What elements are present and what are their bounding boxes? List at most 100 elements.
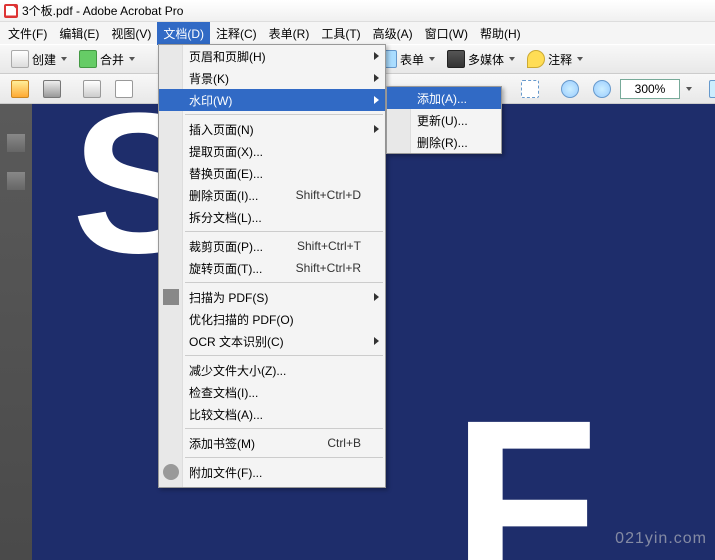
label: OCR 文本识别(C) (189, 333, 284, 350)
submenu-arrow-icon (374, 293, 379, 301)
menu-separator (185, 231, 383, 232)
shortcut: Shift+Ctrl+D (296, 188, 361, 202)
menu-separator (185, 457, 383, 458)
envelope-icon (83, 80, 101, 98)
menu-comment[interactable]: 注释(C) (210, 22, 263, 45)
label: 旋转页面(T)... (189, 260, 262, 277)
label: 优化扫描的 PDF(O) (189, 311, 294, 328)
watermark-text: 021yin.com (615, 530, 707, 548)
menu-bar: 文件(F) 编辑(E) 视图(V) 文档(D) 注释(C) 表单(R) 工具(T… (0, 22, 715, 44)
folder-icon (11, 80, 29, 98)
combine-icon (79, 50, 97, 68)
submenu-update[interactable]: 更新(U)... (387, 109, 501, 131)
menu-replace-pages[interactable]: 替换页面(E)... (159, 162, 385, 184)
menu-crop-pages[interactable]: 裁剪页面(P)...Shift+Ctrl+T (159, 235, 385, 257)
printer-icon (43, 80, 61, 98)
shortcut: Ctrl+B (327, 436, 361, 450)
menu-rotate-pages[interactable]: 旋转页面(T)... Shift+Ctrl+R (159, 257, 385, 279)
menu-separator (185, 282, 383, 283)
page-icon (115, 80, 133, 98)
menu-insert-pages[interactable]: 插入页面(N) (159, 118, 385, 140)
label: 删除页面(I)... (189, 187, 258, 204)
menu-separator (185, 355, 383, 356)
menu-extract-pages[interactable]: 提取页面(X)... (159, 140, 385, 162)
label: 添加书签(M) (189, 435, 255, 452)
label: 拆分文档(L)... (189, 209, 262, 226)
layers-panel-icon[interactable] (7, 172, 25, 190)
create-label: 创建 (32, 51, 56, 68)
comment-button[interactable]: 注释 (522, 47, 588, 71)
menu-split-document[interactable]: 拆分文档(L)... (159, 206, 385, 228)
print-button[interactable] (38, 77, 66, 101)
menu-optimize-scan[interactable]: 优化扫描的 PDF(O) (159, 308, 385, 330)
create-button[interactable]: 创建 (6, 47, 72, 71)
label: 检查文档(I)... (189, 384, 258, 401)
marquee-zoom-button[interactable] (516, 77, 544, 101)
submenu-arrow-icon (374, 96, 379, 104)
label: 提取页面(X)... (189, 143, 263, 160)
paperclip-icon (163, 464, 179, 480)
menu-background[interactable]: 背景(K) (159, 67, 385, 89)
menu-file[interactable]: 文件(F) (2, 22, 53, 45)
pages-panel-icon[interactable] (7, 134, 25, 152)
menu-reduce-size[interactable]: 减少文件大小(Z)... (159, 359, 385, 381)
menu-tools[interactable]: 工具(T) (315, 22, 366, 45)
pdf-icon (4, 4, 18, 18)
fit-icon (709, 80, 715, 98)
multimedia-label: 多媒体 (468, 51, 504, 68)
create-icon (11, 50, 29, 68)
submenu-arrow-icon (374, 74, 379, 82)
menu-delete-pages[interactable]: 删除页面(I)... Shift+Ctrl+D (159, 184, 385, 206)
combine-label: 合并 (100, 51, 124, 68)
menu-document[interactable]: 文档(D) (157, 22, 210, 45)
label: 附加文件(F)... (189, 464, 262, 481)
open-button[interactable] (6, 77, 34, 101)
menu-edit[interactable]: 编辑(E) (53, 22, 105, 45)
menu-form[interactable]: 表单(R) (263, 22, 316, 45)
label: 减少文件大小(Z)... (189, 362, 286, 379)
menu-help[interactable]: 帮助(H) (474, 22, 527, 45)
label: 更新(U)... (417, 112, 468, 129)
doc-content-text: F (452, 384, 589, 560)
shortcut: Shift+Ctrl+R (296, 261, 361, 275)
zoom-input[interactable] (620, 79, 680, 99)
email-button[interactable] (78, 77, 106, 101)
menu-examine-doc[interactable]: 检查文档(I)... (159, 381, 385, 403)
multimedia-button[interactable]: 多媒体 (442, 47, 520, 71)
marquee-icon (521, 80, 539, 98)
menu-ocr[interactable]: OCR 文本识别(C) (159, 330, 385, 352)
submenu-remove[interactable]: 删除(R)... (387, 131, 501, 153)
chevron-down-icon (61, 57, 67, 61)
menu-window[interactable]: 窗口(W) (419, 22, 474, 45)
submenu-arrow-icon (374, 337, 379, 345)
comment-label: 注释 (548, 51, 572, 68)
menu-header-footer[interactable]: 页眉和页脚(H) (159, 45, 385, 67)
label: 比较文档(A)... (189, 406, 263, 423)
zoom-out-button[interactable] (556, 77, 584, 101)
menu-attach-file[interactable]: 附加文件(F)... (159, 461, 385, 483)
submenu-add[interactable]: 添加(A)... (387, 87, 501, 109)
combine-button[interactable]: 合并 (74, 47, 140, 71)
menu-separator (185, 114, 383, 115)
navigation-panel (0, 104, 32, 560)
label: 扫描为 PDF(S) (189, 289, 268, 306)
submenu-arrow-icon (374, 125, 379, 133)
chevron-down-icon (129, 57, 135, 61)
fit-button[interactable] (704, 77, 715, 101)
zoom-in-button[interactable] (588, 77, 616, 101)
comment-icon (527, 50, 545, 68)
window-title: 3个板.pdf - Adobe Acrobat Pro (22, 2, 183, 19)
menu-watermark[interactable]: 水印(W) (159, 89, 385, 111)
page-button[interactable] (110, 77, 138, 101)
menu-add-bookmark[interactable]: 添加书签(M) Ctrl+B (159, 432, 385, 454)
chevron-down-icon (509, 57, 515, 61)
label: 页眉和页脚(H) (189, 48, 266, 65)
menu-view[interactable]: 视图(V) (105, 22, 157, 45)
menu-scan-to-pdf[interactable]: 扫描为 PDF(S) (159, 286, 385, 308)
menu-advanced[interactable]: 高级(A) (367, 22, 419, 45)
label: 背景(K) (189, 70, 229, 87)
chevron-down-icon[interactable] (686, 87, 692, 91)
scanner-icon (163, 289, 179, 305)
label: 水印(W) (189, 92, 232, 109)
menu-compare-doc[interactable]: 比较文档(A)... (159, 403, 385, 425)
